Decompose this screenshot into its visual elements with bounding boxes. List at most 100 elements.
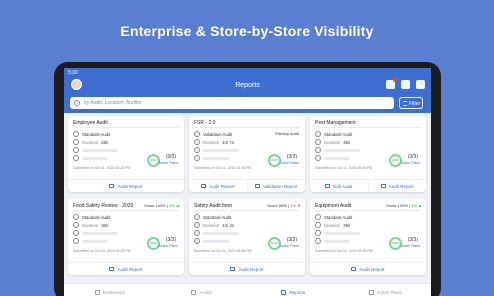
audit-type-icon [73,214,79,220]
auditor-row [73,238,79,244]
report-icon [351,267,357,271]
nav-audits[interactable]: Audits [156,284,248,296]
card-action-button[interactable]: Validation Report [246,180,306,192]
clock-icon [315,139,321,145]
divider [73,127,179,128]
action-count: (3/3) [286,154,297,160]
card-action-button[interactable]: Audit Report [310,263,426,275]
card-title: Food Safety Review - 2020 [73,203,134,209]
report-card[interactable]: Pest Management Standard Audit Duration 48s… [310,116,426,192]
duration-row: Duration 28s [73,139,108,145]
report-icon [109,184,115,188]
duration-row: Duration 48s [315,139,350,145]
card-action-button[interactable]: Audit Report [367,180,427,192]
duration-value: 39s [343,222,351,228]
action-plans-icon [368,289,374,295]
action-plans-link[interactable]: Action Plans [159,161,178,165]
report-card[interactable]: Equipment Audit Score 100% | 3% ▲ Standard… [310,199,426,275]
user-icon [73,155,79,161]
card-action-button[interactable]: Audit Report [189,263,305,275]
card-actions: Audit Report [310,262,426,275]
clock-icon [315,222,321,228]
audit-type-label: Standard Audit [324,214,353,220]
search-row: by Audit, Location, Auditor Filter [64,95,431,113]
report-icon [380,184,386,188]
duration-label: Duration [82,139,99,145]
action-plans-link[interactable]: Action Plans [401,244,420,248]
duration-label: Duration [203,222,220,228]
card-action-button[interactable]: Audit Report [68,180,184,192]
search-placeholder: by Audit, Location, Auditor [84,100,142,106]
report-icon [109,267,115,271]
nav-dashboard[interactable]: Dashboard [64,284,156,296]
action-plans-link[interactable]: Action Plans [401,161,420,165]
nav-reports[interactable]: Reports [248,284,340,296]
chat-icon[interactable] [401,80,410,89]
duration-row: Duration 39s [315,222,350,228]
location-icon [73,147,79,153]
divider [315,127,421,128]
submitted-date: Submitted on Oct 11, 2023 06:28 PM [315,166,373,170]
header-actions [386,78,425,89]
audit-type-label: Standard Audit [82,214,111,220]
auditor-row [194,155,200,161]
report-card[interactable]: Safety Audit form Score 95% | 1% ▼ Standar… [189,199,305,275]
score-value: Score 95% [267,203,287,208]
search-icon [74,100,80,106]
card-action-button[interactable]: Edit Audit [310,180,368,192]
card-title: FSR - 2.0 [194,120,216,126]
card-title: Safety Audit form [194,203,233,209]
card-actions: Audit Report [68,179,184,192]
dashboard-icon [94,289,100,295]
card-action-label: Audit Report [238,266,264,272]
trend-up-icon: ▲ [176,203,180,208]
location-placeholder [203,232,239,235]
duration-row: Duration 1m 2s [194,222,234,228]
report-card[interactable]: Employee Audit Standard Audit Duration 28s 1… [68,116,184,192]
submitted-date: Submitted on Oct 04, 2023 05:28 PM [315,249,373,253]
audit-type-label: Standard Audit [82,131,111,137]
audit-type: Standard Audit [73,214,110,220]
auditor-row [315,155,321,161]
card-action-button[interactable]: Audit Report [68,263,184,275]
divider [315,210,421,211]
action-count: (3/3) [407,237,418,243]
search-input[interactable]: by Audit, Location, Auditor [70,97,394,109]
submitted-date: Submitted on Oct 11, 2023 06:28 PM [194,166,252,170]
action-plans-link[interactable]: Action Plans [280,244,299,248]
clipboard-icon[interactable] [386,78,397,89]
location-row [73,147,79,153]
audit-type-label: Standard Audit [324,131,353,137]
calendar-icon[interactable] [416,80,425,89]
reports-icon [281,289,287,295]
card-action-button[interactable]: Audit Report [189,180,247,192]
user-icon [73,238,79,244]
location-placeholder [324,149,360,152]
bottom-nav: Dashboard Audits Reports Action Plans [64,283,431,296]
report-icon [325,184,331,188]
nav-action-plans-label: Action Plans [376,289,402,295]
report-card[interactable]: FSR - 2.0 Validation Audit Primary Audit Du… [189,116,305,192]
location-placeholder [82,232,118,235]
location-icon [315,147,321,153]
location-row [194,147,200,153]
action-plans-link[interactable]: Action Plans [159,244,178,248]
report-card[interactable]: Food Safety Review - 2020 Score 100% | 3%… [68,199,184,275]
action-plans-link[interactable]: Action Plans [280,161,299,165]
nav-action-plans[interactable]: Action Plans [339,284,431,296]
page-title: Reports [235,82,260,89]
duration-label: Duration [324,139,341,145]
audit-type: Standard Audit [194,214,231,220]
card-action-label: Audit Report [209,183,235,189]
card-actions: Audit Report Validation Report [189,179,305,192]
duration-label: Duration [324,222,341,228]
duration-value: 30s [101,222,109,228]
location-placeholder [203,149,239,152]
filter-button[interactable]: Filter [399,97,423,109]
location-row [315,230,321,236]
duration-value: 28s [101,139,109,145]
auditor-row [73,155,79,161]
report-icon [201,184,207,188]
app-screen: 5:30 Reports by Audit, Location, Auditor… [64,68,431,296]
clock-icon [194,222,200,228]
